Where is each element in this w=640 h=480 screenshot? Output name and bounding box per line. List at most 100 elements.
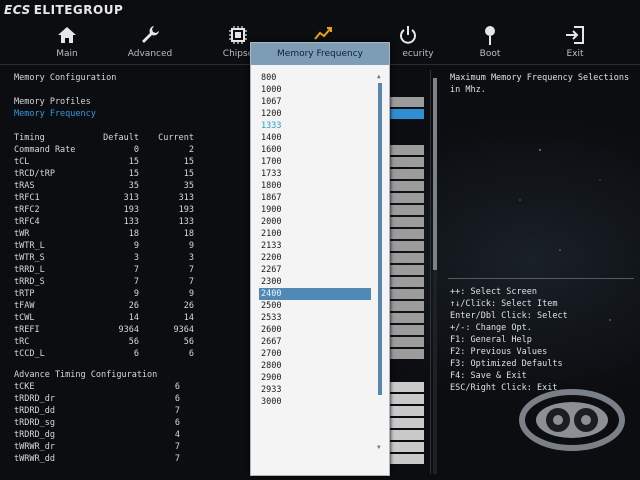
timing-default: 15 bbox=[128, 157, 139, 167]
timing-name: tRFC4 bbox=[14, 217, 40, 227]
tab-main[interactable]: Main bbox=[27, 24, 107, 59]
frequency-option[interactable]: 2400 bbox=[259, 288, 371, 300]
timing-default: 9364 bbox=[118, 325, 139, 335]
timing-default: 6 bbox=[133, 349, 139, 359]
frequency-option[interactable]: 2700 bbox=[259, 348, 371, 360]
tab-advanced[interactable]: Advanced bbox=[110, 24, 190, 59]
tab-main-label: Main bbox=[56, 49, 78, 59]
timing-default: 193 bbox=[123, 205, 139, 215]
key-hint: F1: General Help bbox=[450, 335, 532, 345]
timing-current: 56 bbox=[183, 337, 194, 347]
frequency-option[interactable]: 2800 bbox=[259, 360, 371, 372]
frequency-option[interactable]: 1700 bbox=[259, 156, 371, 168]
timing-default: 35 bbox=[128, 181, 139, 191]
frequency-option[interactable]: 2500 bbox=[259, 300, 371, 312]
frequency-option[interactable]: 2200 bbox=[259, 252, 371, 264]
timing-default: 7 bbox=[133, 265, 139, 275]
brand-prefix: ECS bbox=[4, 3, 31, 17]
advance-name: tRDRD_sg bbox=[14, 418, 55, 428]
tab-boot[interactable]: Boot bbox=[450, 24, 530, 59]
frequency-option[interactable]: 2267 bbox=[259, 264, 371, 276]
timing-default: 313 bbox=[123, 193, 139, 203]
timing-default: 133 bbox=[123, 217, 139, 227]
frequency-option[interactable]: 1200 bbox=[259, 108, 371, 120]
frequency-option[interactable]: 2133 bbox=[259, 240, 371, 252]
advance-name: tRDRD_dg bbox=[14, 430, 55, 440]
timing-name: tFAW bbox=[14, 301, 35, 311]
timing-default: 7 bbox=[133, 277, 139, 287]
timing-name: tRRD_L bbox=[14, 265, 45, 275]
timing-default: 9 bbox=[133, 289, 139, 299]
timing-current: 9 bbox=[188, 241, 194, 251]
key-hint: Enter/Dbl Click: Select bbox=[450, 311, 568, 321]
timing-current: 9 bbox=[188, 289, 194, 299]
frequency-option[interactable]: 1333 bbox=[259, 120, 371, 132]
timing-name: tRRD_S bbox=[14, 277, 45, 287]
timing-name: tRFC2 bbox=[14, 205, 40, 215]
help-description: Maximum Memory Frequency Selections in M… bbox=[450, 73, 630, 95]
chip-icon bbox=[229, 26, 247, 44]
scroll-up-icon[interactable]: ▲ bbox=[377, 73, 381, 80]
advance-name: tWRWR_dd bbox=[14, 454, 55, 464]
timing-current: 9364 bbox=[173, 325, 194, 335]
frequency-option[interactable]: 1000 bbox=[259, 84, 371, 96]
frequency-option[interactable]: 2933 bbox=[259, 384, 371, 396]
frequency-option[interactable]: 1867 bbox=[259, 192, 371, 204]
frequency-option[interactable]: 2533 bbox=[259, 312, 371, 324]
advance-name: tWRWR_dr bbox=[14, 442, 55, 452]
key-legend: ++: Select Screen ↑↓/Click: Select Item En… bbox=[450, 286, 635, 394]
frequency-option[interactable]: 2300 bbox=[259, 276, 371, 288]
timing-current: 2 bbox=[188, 145, 194, 155]
frequency-option[interactable]: 1733 bbox=[259, 168, 371, 180]
advance-value: 7 bbox=[174, 454, 180, 464]
key-hint: ++: Select Screen bbox=[450, 287, 537, 297]
frequency-option[interactable]: 1800 bbox=[259, 180, 371, 192]
timing-current: 133 bbox=[178, 217, 194, 227]
timing-name: tREFI bbox=[14, 325, 40, 335]
timing-current: 6 bbox=[188, 349, 194, 359]
advance-value: 7 bbox=[174, 406, 180, 416]
frequency-option[interactable]: 1600 bbox=[259, 144, 371, 156]
popup-scroll-thumb[interactable] bbox=[378, 83, 382, 395]
timing-default: 3 bbox=[133, 253, 139, 263]
timing-name: tCCD_L bbox=[14, 349, 45, 359]
tab-exit[interactable]: Exit bbox=[535, 24, 615, 59]
brand-logo: ECS ELITEGROUP bbox=[4, 3, 123, 17]
advance-name: tRDRD_dd bbox=[14, 406, 55, 416]
scroll-down-icon[interactable]: ▼ bbox=[377, 444, 381, 451]
frequency-option[interactable]: 2100 bbox=[259, 228, 371, 240]
frequency-option[interactable]: 2667 bbox=[259, 336, 371, 348]
main-scroll-thumb[interactable] bbox=[433, 78, 437, 270]
timing-current: 18 bbox=[183, 229, 194, 239]
frequency-option[interactable]: 1900 bbox=[259, 204, 371, 216]
timing-name: tRTP bbox=[14, 289, 35, 299]
timing-name: tWTR_L bbox=[14, 241, 45, 251]
wrench-icon bbox=[142, 26, 159, 43]
main-scrollbar[interactable] bbox=[431, 70, 439, 474]
timing-name: tRFC1 bbox=[14, 193, 40, 203]
advance-name: tCKE bbox=[14, 382, 35, 392]
timing-name: tRAS bbox=[14, 181, 35, 191]
advance-value: 6 bbox=[174, 382, 180, 392]
key-hint: F2: Previous Values bbox=[450, 347, 548, 357]
timing-default: 14 bbox=[128, 313, 139, 323]
frequency-option[interactable]: 3000 bbox=[259, 396, 371, 408]
pin-icon bbox=[485, 26, 495, 45]
timing-current: 193 bbox=[178, 205, 194, 215]
timing-default: 56 bbox=[128, 337, 139, 347]
frequency-option[interactable]: 2000 bbox=[259, 216, 371, 228]
home-icon bbox=[58, 27, 76, 43]
watermark-logo-icon bbox=[519, 389, 625, 451]
frequency-option[interactable]: 1067 bbox=[259, 96, 371, 108]
brand-name: ELITEGROUP bbox=[33, 3, 124, 17]
timing-name: tCWL bbox=[14, 313, 35, 323]
key-hint: F3: Optimized Defaults bbox=[450, 359, 563, 369]
advance-value: 4 bbox=[174, 430, 180, 440]
timing-current: 3 bbox=[188, 253, 194, 263]
popup-scrollbar[interactable]: ▲ ▼ bbox=[377, 73, 383, 451]
frequency-option[interactable]: 1400 bbox=[259, 132, 371, 144]
frequency-option[interactable]: 800 bbox=[259, 72, 371, 84]
frequency-option[interactable]: 2600 bbox=[259, 324, 371, 336]
popup-title: Memory Frequency bbox=[251, 43, 389, 65]
frequency-option[interactable]: 2900 bbox=[259, 372, 371, 384]
